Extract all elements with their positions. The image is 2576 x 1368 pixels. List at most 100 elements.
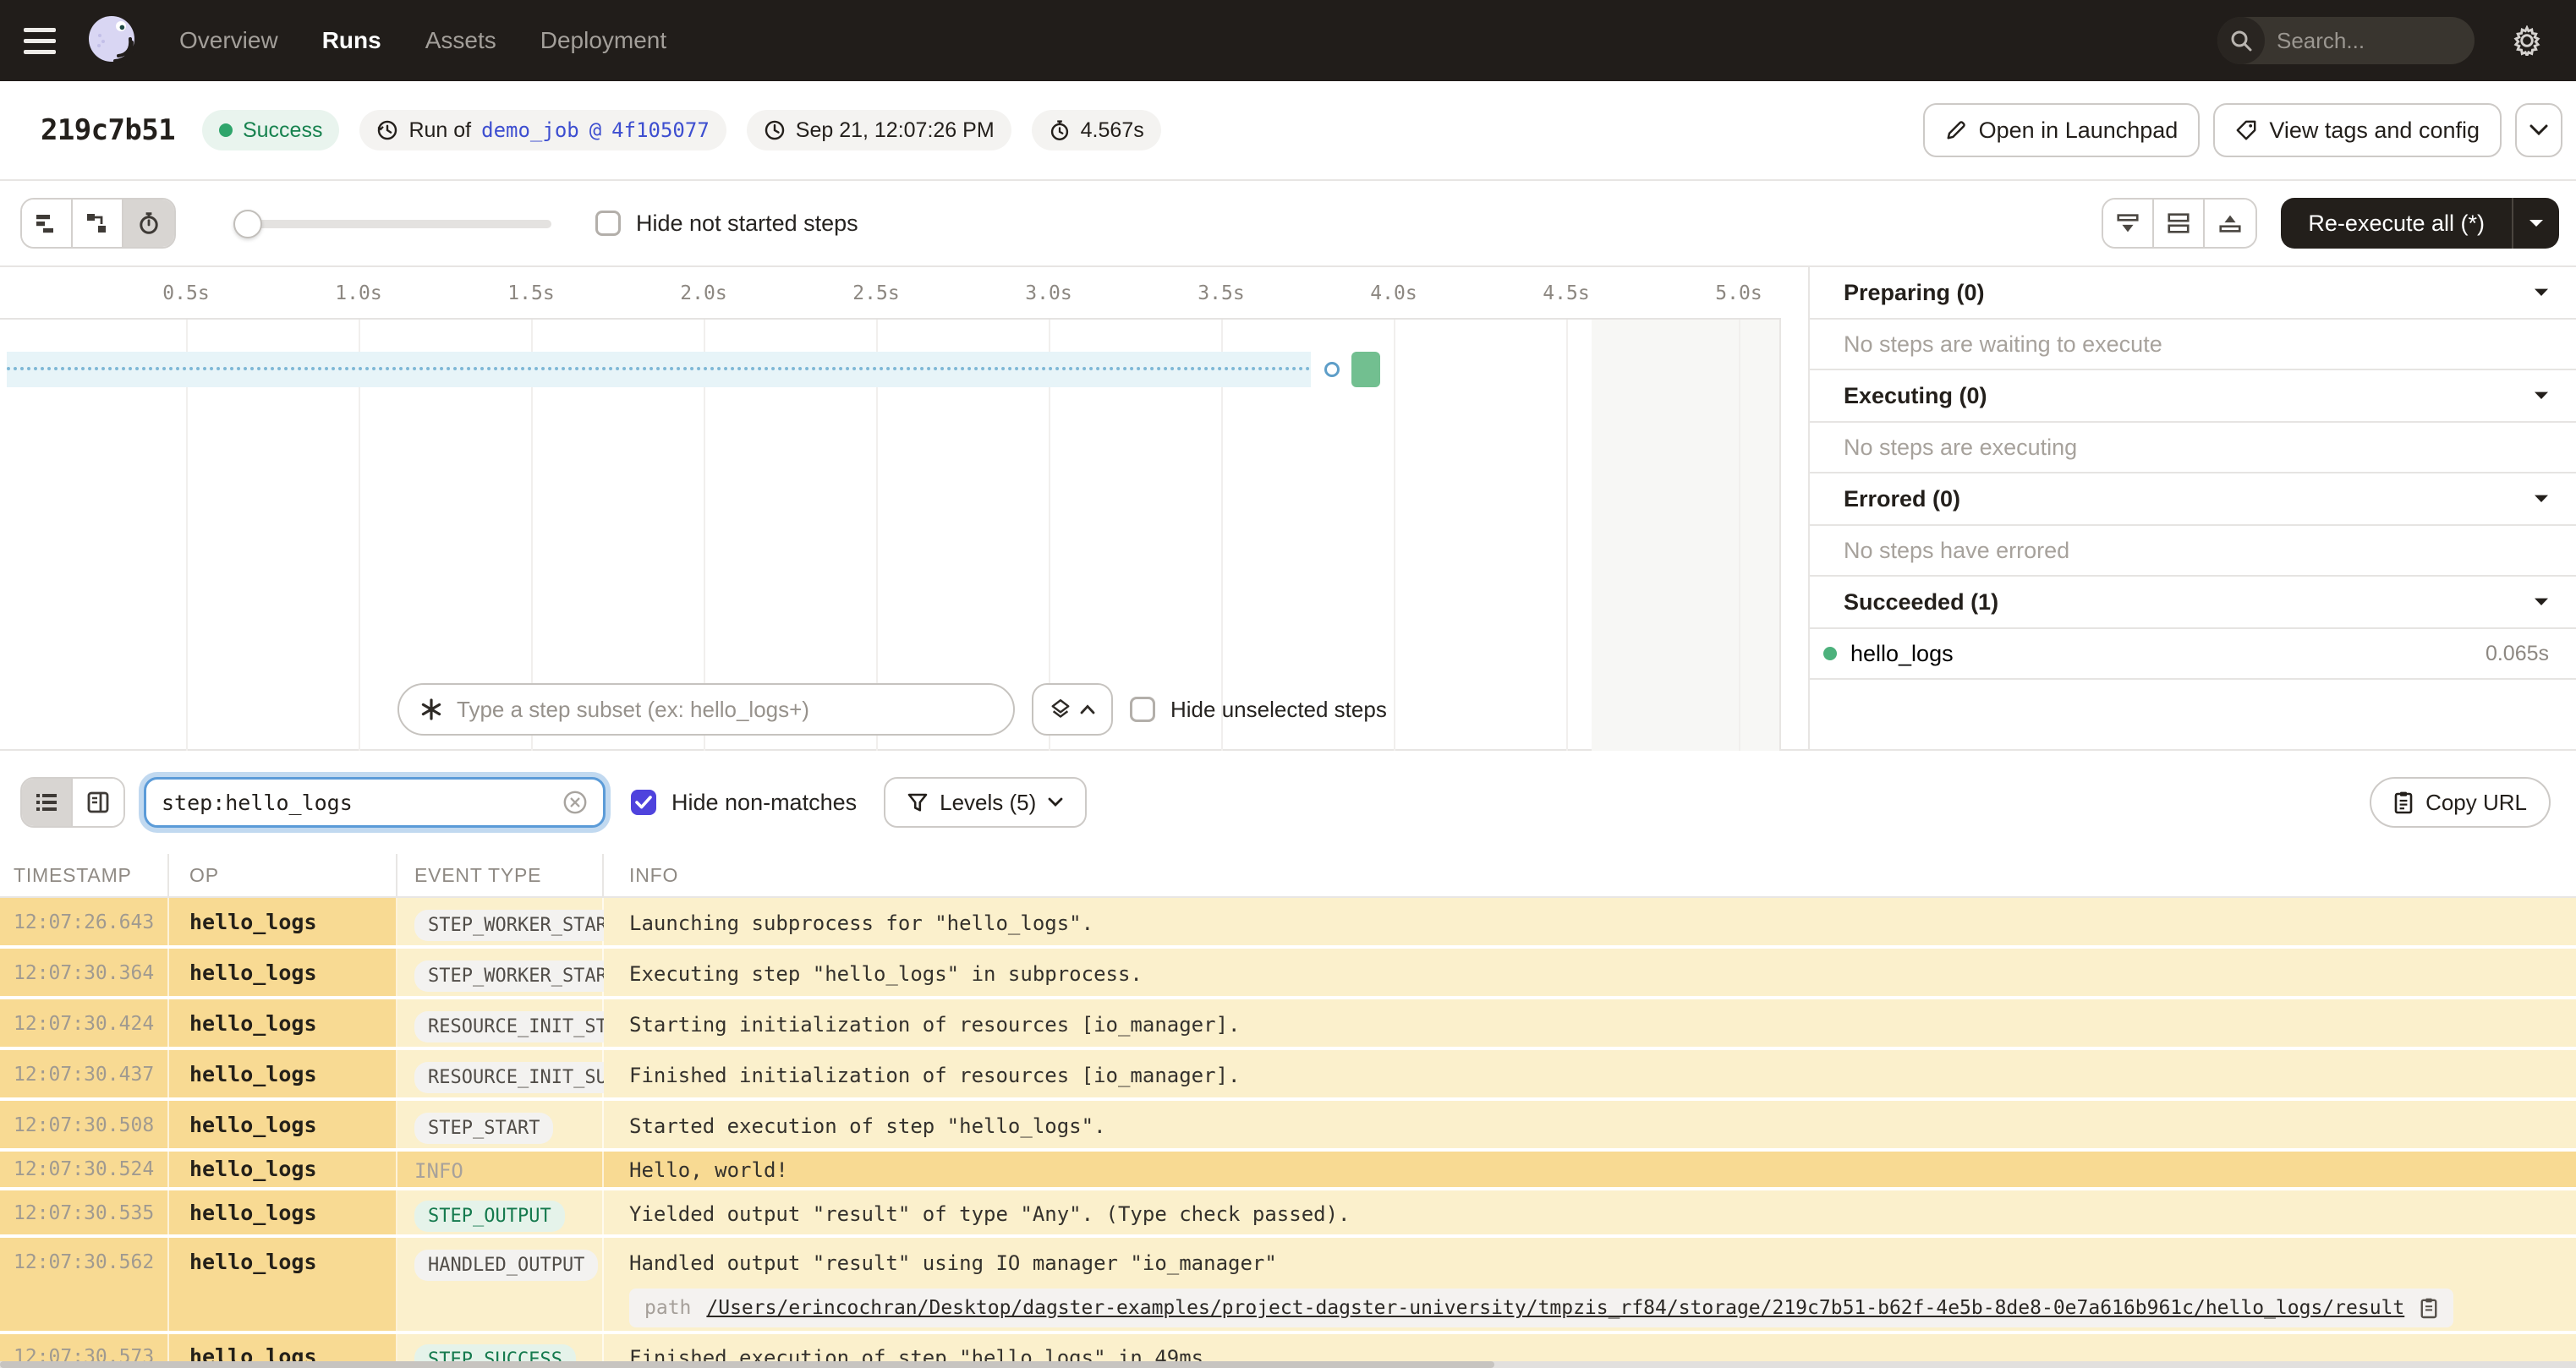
raw-log-view-icon[interactable] (73, 779, 123, 826)
axis-tick: 0.5s (162, 282, 210, 304)
preparing-empty-text: No steps are waiting to execute (1810, 320, 2576, 370)
step-subset-input[interactable] (457, 696, 993, 723)
snapshot-link[interactable]: 4f105077 (611, 118, 710, 142)
header-op: OP (169, 854, 397, 896)
horizontal-scrollbar[interactable] (0, 1361, 2576, 1368)
step-name: hello_logs (1850, 640, 1954, 666)
log-timestamp: 12:07:30.562 (0, 1238, 169, 1331)
axis-tick: 5.0s (1715, 282, 1762, 304)
event-type-badge: STEP_START (414, 1113, 554, 1144)
hide-non-matches-control: Hide non-matches (631, 790, 857, 816)
status-dot-icon (218, 123, 233, 137)
expand-bottom-panel-icon[interactable] (2205, 200, 2256, 247)
copy-path-icon[interactable] (2420, 1297, 2438, 1319)
step-start-marker[interactable] (1324, 362, 1340, 377)
log-row[interactable]: 12:07:26.643 hello_logs STEP_WORKER_STAR… (0, 898, 2576, 949)
top-nav: Overview Runs Assets Deployment / (0, 0, 2576, 81)
split-panels-icon[interactable] (2154, 200, 2206, 247)
clear-filter-icon[interactable] (562, 790, 588, 815)
slider-knob[interactable] (233, 210, 262, 238)
step-waiting-bar[interactable] (7, 352, 1311, 387)
log-view-mode-control (20, 777, 125, 828)
clock-icon (765, 120, 785, 140)
section-caret-icon (2535, 391, 2548, 399)
log-row[interactable]: 12:07:30.364 hello_logs STEP_WORKER_STAR… (0, 949, 2576, 999)
log-timestamp: 12:07:30.535 (0, 1190, 169, 1234)
scrollbar-thumb[interactable] (0, 1361, 1494, 1368)
axis-tick: 1.0s (335, 282, 382, 304)
header-timestamp: TIMESTAMP (0, 854, 169, 896)
event-type-badge: STEP_OUTPUT (414, 1201, 565, 1232)
levels-filter-button[interactable]: Levels (5) (884, 777, 1088, 828)
log-op: hello_logs (169, 1050, 397, 1097)
job-link[interactable]: demo_job (481, 118, 579, 142)
log-op: hello_logs (169, 1238, 397, 1331)
axis-tick: 2.0s (680, 282, 727, 304)
section-caret-icon (2535, 495, 2548, 502)
nav-deployment[interactable]: Deployment (540, 27, 666, 54)
step-subset-controls: Hide unselected steps (397, 683, 1387, 736)
section-executing[interactable]: Executing (0) (1810, 370, 2576, 423)
step-exec-bar-hello-logs[interactable] (1351, 352, 1380, 387)
log-filter-input[interactable] (162, 790, 552, 815)
gantt-waterfall-view-icon[interactable] (73, 200, 123, 247)
hide-non-matches-label: Hide non-matches (671, 789, 858, 815)
run-actions-chevron-button[interactable] (2515, 103, 2562, 157)
gantt-flat-view-icon[interactable] (22, 200, 73, 247)
succeeded-step-row[interactable]: hello_logs 0.065s (1810, 629, 2576, 680)
log-row[interactable]: 12:07:30.508 hello_logs STEP_START Start… (0, 1101, 2576, 1152)
section-caret-icon (2535, 598, 2548, 605)
view-tags-config-button[interactable]: View tags and config (2213, 103, 2502, 157)
output-path-link[interactable]: /Users/erincochran/Desktop/dagster-examp… (706, 1297, 2404, 1319)
log-row[interactable]: 12:07:30.535 hello_logs STEP_OUTPUT Yiel… (0, 1190, 2576, 1238)
tag-icon (2236, 120, 2256, 140)
search-input[interactable] (2277, 27, 2475, 54)
nav-overview[interactable]: Overview (179, 27, 278, 54)
dagster-app-window: Overview Runs Assets Deployment / 219c7b… (0, 0, 2576, 1368)
log-row[interactable]: 12:07:30.437 hello_logs RESOURCE_INIT_SU… (0, 1050, 2576, 1101)
hide-not-started-checkbox[interactable] (595, 211, 621, 236)
hide-unselected-control: Hide unselected steps (1130, 697, 1387, 723)
log-table-header: TIMESTAMP OP EVENT TYPE INFO (0, 854, 2576, 898)
nav-runs[interactable]: Runs (322, 27, 381, 54)
errored-empty-text: No steps have errored (1810, 526, 2576, 577)
re-execute-all-button[interactable]: Re-execute all (*) (2281, 198, 2512, 249)
step-success-dot-icon (1823, 647, 1837, 660)
gantt-timing-view-icon[interactable] (123, 200, 174, 247)
collapse-bottom-panel-icon[interactable] (2103, 200, 2155, 247)
hide-unselected-label: Hide unselected steps (1170, 696, 1387, 722)
copy-url-button[interactable]: Copy URL (2370, 777, 2551, 828)
log-row[interactable]: 12:07:30.424 hello_logs RESOURCE_INIT_ST… (0, 999, 2576, 1050)
header-info: INFO (629, 863, 679, 886)
re-execute-menu-caret[interactable] (2512, 198, 2559, 249)
run-timestamp-tag: Sep 21, 12:07:26 PM (746, 110, 1011, 150)
graph-query-toggle-button[interactable] (1032, 683, 1113, 736)
dagster-logo-icon[interactable] (81, 10, 142, 71)
log-row[interactable]: 12:07:30.524 hello_logs INFO Hello, worl… (0, 1152, 2576, 1190)
gantt-zoom-slider[interactable] (233, 200, 551, 247)
caret-down-icon (2529, 220, 2543, 227)
section-succeeded[interactable]: Succeeded (1) (1810, 577, 2576, 629)
log-info: Launching subprocess for "hello_logs". (604, 898, 2576, 945)
open-in-launchpad-button[interactable]: Open in Launchpad (1922, 103, 2201, 157)
hide-not-started-control: Hide not started steps (595, 211, 858, 237)
axis-tick: 1.5s (507, 282, 555, 304)
log-row[interactable]: 12:07:30.562 hello_logs HANDLED_OUTPUT H… (0, 1238, 2576, 1334)
nav-assets[interactable]: Assets (425, 27, 496, 54)
log-filter-inputwrap (144, 777, 606, 828)
settings-gear-icon[interactable] (2512, 25, 2542, 56)
axis-tick: 3.0s (1025, 282, 1072, 304)
check-icon (635, 796, 652, 809)
section-preparing[interactable]: Preparing (0) (1810, 267, 2576, 320)
pencil-icon (1947, 121, 1965, 140)
structured-log-view-icon[interactable] (22, 779, 73, 826)
run-gantt-section: 0.5s 1.0s 1.5s 2.0s 2.5s 3.0s 3.5s 4.0s … (0, 267, 2576, 751)
hide-unselected-checkbox[interactable] (1130, 697, 1155, 722)
run-status-badge: Success (201, 110, 340, 150)
log-op: hello_logs (169, 949, 397, 996)
menu-icon[interactable] (24, 20, 64, 61)
log-op: hello_logs (169, 1152, 397, 1187)
hide-non-matches-checkbox[interactable] (631, 790, 656, 815)
section-errored[interactable]: Errored (0) (1810, 473, 2576, 526)
global-search[interactable]: / (2217, 17, 2475, 64)
